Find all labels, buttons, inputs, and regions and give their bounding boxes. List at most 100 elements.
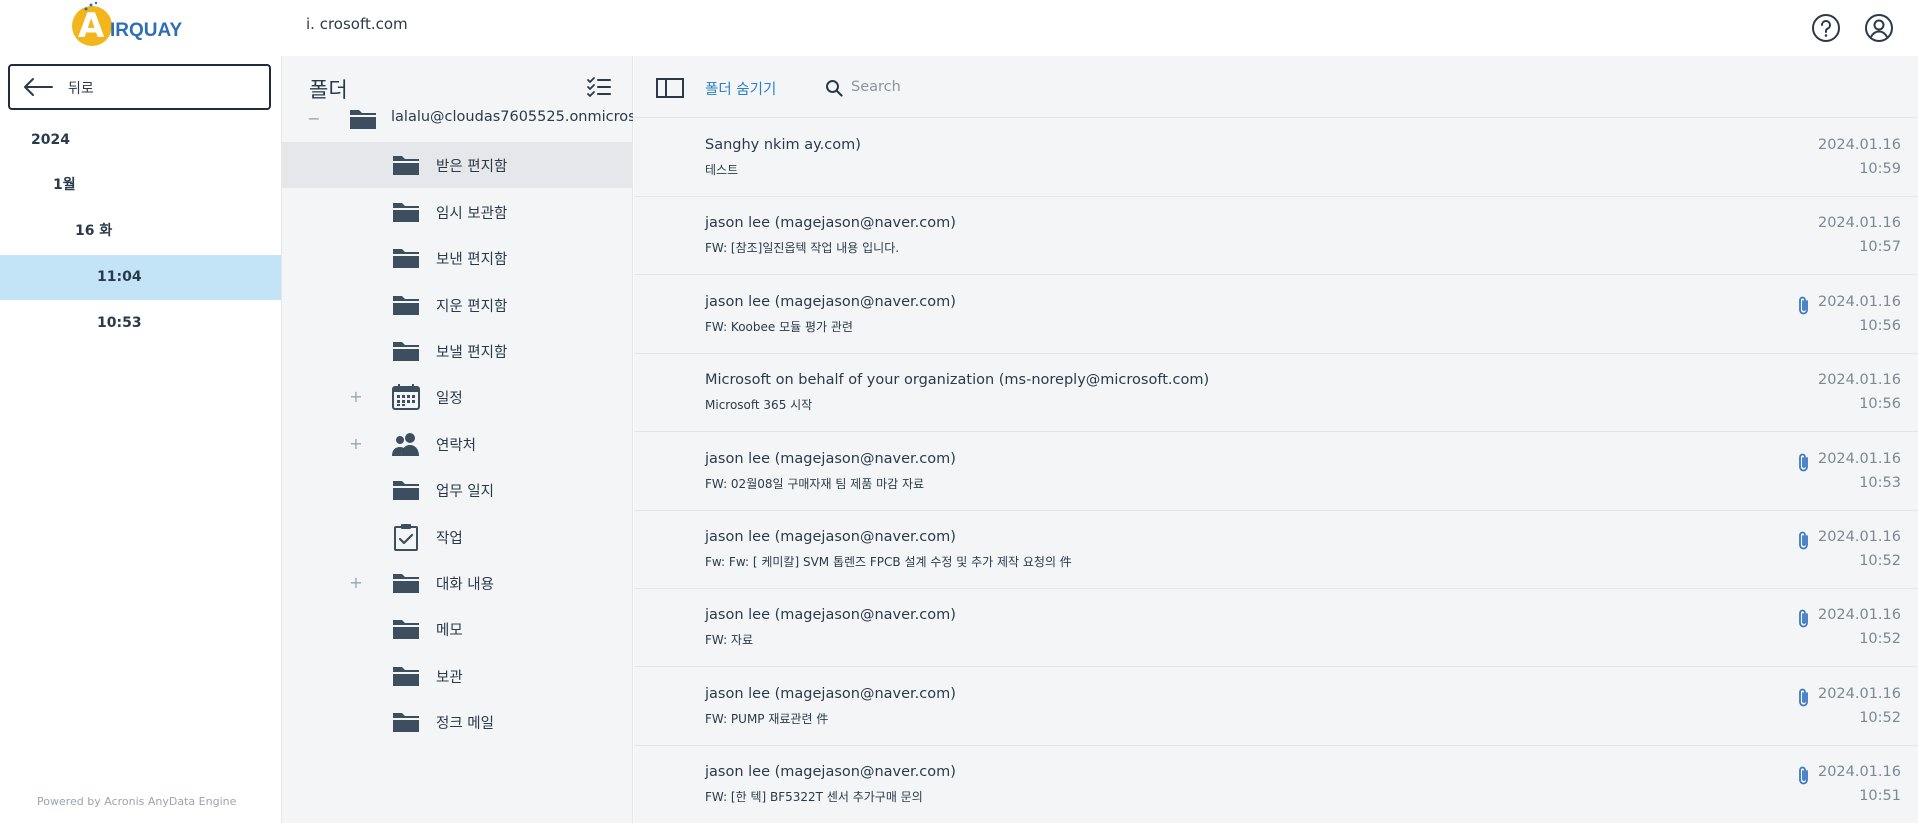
message-sender: Microsoft on behalf of your organization…: [705, 372, 1210, 389]
folder-item-label: 연락처: [436, 437, 477, 454]
airquay-logo[interactable]: A IRQUAY: [72, 1, 212, 54]
message-row[interactable]: jason lee (magejason@naver.com) FW: [참조]일…: [634, 197, 1918, 276]
message-row[interactable]: Sanghy nkim ay.com) 테스트 2024.01.16 10:59: [634, 119, 1918, 197]
account-email: i. crosoft.com: [306, 15, 408, 33]
search-input[interactable]: [851, 72, 1151, 102]
user-icon[interactable]: [1864, 13, 1894, 43]
folder-item-label: 임시 보관함: [436, 205, 508, 222]
message-row[interactable]: jason lee (magejason@naver.com) FW: 02월08…: [634, 433, 1918, 511]
tree-item-time[interactable]: 10:53: [0, 301, 281, 346]
message-row[interactable]: jason lee (magejason@naver.com) FW: 자료 202…: [634, 589, 1918, 668]
folder-item[interactable]: 보낸 편지함: [282, 235, 633, 281]
hide-folders-button[interactable]: 폴더 숨기기: [705, 78, 776, 99]
message-date: 2024.01.16: [1817, 215, 1901, 232]
message-time: 10:59: [1859, 161, 1901, 177]
message-subject: Fw: Fw: [ 케미칼] SVM 톱렌즈 FPCB 설계 수정 및 추가 제…: [705, 555, 1072, 569]
message-sender: jason lee (magejason@naver.com): [705, 215, 956, 232]
message-row[interactable]: jason lee (magejason@naver.com) FW: Koobe…: [634, 276, 1918, 354]
message-date: 2024.01.16: [1817, 607, 1901, 624]
expand-icon[interactable]: +: [349, 434, 363, 453]
folder-item-label: 작업: [436, 530, 463, 547]
folder-item[interactable]: + 대화 내용: [282, 560, 633, 606]
folder-item[interactable]: 업무 일지: [282, 467, 633, 513]
message-time: 10:52: [1859, 553, 1901, 569]
attachment-icon: [1799, 296, 1808, 315]
mail-toolbar: 폴더 숨기기: [634, 56, 1918, 118]
message-sender: jason lee (magejason@naver.com): [705, 450, 956, 467]
message-subject: Microsoft 365 시작: [705, 398, 813, 413]
folder-item[interactable]: 임시 보관함: [282, 189, 633, 235]
folder-item[interactable]: 메모: [282, 606, 633, 652]
folder-icon: [391, 615, 421, 643]
folder-item[interactable]: − lalalu@cloudas7605525.onmicros: [282, 96, 633, 142]
folder-item-label: 메모: [436, 623, 463, 640]
help-icon[interactable]: [1811, 13, 1841, 43]
folder-item-label: 보낸 편지함: [436, 252, 508, 269]
tree-item-label: 16 화: [75, 223, 113, 239]
message-date: 2024.01.16: [1817, 529, 1901, 545]
message-sender: jason lee (magejason@naver.com): [705, 529, 956, 545]
folder-item-label: 보관: [436, 669, 463, 686]
folder-item[interactable]: 작업: [282, 514, 633, 560]
message-subject: FW: Koobee 모듈 평가 관련: [705, 319, 853, 334]
message-subject: FW: 자료: [705, 633, 754, 648]
collapse-icon[interactable]: −: [307, 109, 321, 128]
message-row[interactable]: Microsoft on behalf of your organization…: [634, 354, 1918, 433]
folder-icon: [391, 476, 421, 504]
message-row[interactable]: jason lee (magejason@naver.com) FW: [한 텍]…: [634, 746, 1918, 823]
tree-item-label: 2024: [31, 132, 70, 148]
tree-item-year[interactable]: 2024: [0, 118, 281, 163]
folder-item[interactable]: 지운 편지함: [282, 282, 633, 328]
message-date: 2024.01.16: [1817, 137, 1901, 153]
folder-item[interactable]: 정크 메일: [282, 699, 633, 745]
folder-item-label: 보낼 편지함: [436, 345, 508, 361]
message-time: 10:56: [1859, 396, 1901, 413]
message-time: 10:57: [1859, 239, 1901, 256]
arrow-left-icon: [24, 78, 53, 96]
message-date: 2024.01.16: [1817, 450, 1901, 467]
folder-item[interactable]: 받은 편지함: [282, 142, 633, 189]
expand-icon[interactable]: +: [349, 573, 363, 592]
message-sender: Sanghy nkim ay.com): [705, 137, 861, 153]
message-subject: FW: PUMP 재료관련 件: [705, 711, 829, 726]
message-row[interactable]: jason lee (magejason@naver.com) FW: PUMP …: [634, 668, 1918, 746]
tree-item-day[interactable]: 16 화: [0, 209, 281, 254]
message-sender: jason lee (magejason@naver.com): [705, 764, 956, 781]
folder-item[interactable]: 보관: [282, 653, 633, 699]
message-sender: jason lee (magejason@naver.com): [705, 293, 956, 310]
expand-icon[interactable]: +: [349, 387, 363, 406]
message-subject: 테스트: [705, 163, 739, 177]
message-date: 2024.01.16: [1817, 372, 1901, 389]
search-icon: [826, 80, 843, 97]
back-button-label: 뒤로: [68, 81, 94, 97]
checklist-icon[interactable]: [586, 76, 612, 98]
attachment-icon: [1799, 766, 1808, 785]
folder-icon: [391, 337, 421, 365]
message-time: 10:51: [1859, 788, 1901, 805]
folder-item-label: 정크 메일: [436, 716, 494, 733]
message-sender: jason lee (magejason@naver.com): [705, 685, 956, 702]
folder-item-label: 대화 내용: [436, 577, 494, 593]
folder-item[interactable]: + 연락처: [282, 421, 633, 467]
folder-item-label: lalalu@cloudas7605525.onmicros: [391, 109, 633, 125]
attachment-icon: [1799, 688, 1808, 707]
tree-item-month[interactable]: 1월: [0, 163, 281, 208]
folder-item[interactable]: 보낼 편지함: [282, 328, 633, 374]
back-button[interactable]: 뒤로: [8, 64, 271, 110]
task-icon: [391, 523, 421, 551]
tree-item-time-selected[interactable]: 11:04: [0, 255, 281, 300]
logo-text: IRQUAY: [110, 20, 183, 41]
app-header: A IRQUAY i. crosoft.com: [0, 0, 1918, 56]
folder-icon: [391, 244, 421, 272]
message-time: 10:52: [1859, 709, 1901, 726]
tree-item-label: 1월: [53, 177, 76, 193]
panel-toggle-icon[interactable]: [656, 78, 684, 98]
message-time: 10:56: [1859, 317, 1901, 334]
message-subject: FW: [참조]일진옵텍 작업 내용 입니다.: [705, 241, 900, 256]
message-row[interactable]: jason lee (magejason@naver.com) Fw: Fw: […: [634, 511, 1918, 589]
message-date: 2024.01.16: [1817, 764, 1901, 781]
message-time: 10:53: [1859, 474, 1901, 491]
folder-icon: [391, 708, 421, 736]
mail-list-panel: 폴더 숨기기 Sanghy nkim ay.com) 테스트 2024.01.16 1…: [634, 56, 1918, 823]
folder-item[interactable]: + 일정: [282, 374, 633, 420]
